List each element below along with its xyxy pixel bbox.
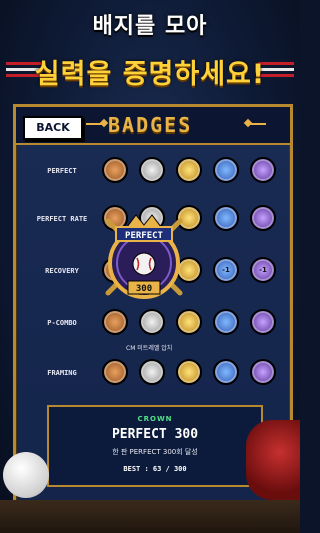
badge-amethyst[interactable] <box>250 205 276 231</box>
badge-amethyst[interactable] <box>250 359 276 385</box>
featured-name: PERFECT <box>125 231 164 241</box>
badge-gold[interactable] <box>176 309 202 335</box>
badge-sapphire[interactable] <box>213 157 239 183</box>
crown-badge-icon: PERFECT 300 <box>105 214 183 299</box>
infield-dirt-decoration <box>0 500 300 533</box>
row-label: RECOVERY <box>45 267 79 275</box>
badge-best-score: BEST : 63 / 300 <box>123 465 187 473</box>
badge-row-perfect: PERFECT <box>16 157 290 191</box>
promo-header: 배지를 모아 실력을 증명하세요! <box>0 0 300 100</box>
badge-amethyst[interactable] <box>250 157 276 183</box>
badge-gold[interactable] <box>176 157 202 183</box>
badge-silver[interactable] <box>139 309 165 335</box>
row-label: PERFECT RATE <box>36 215 88 223</box>
badge-name: PERFECT 300 <box>111 427 199 442</box>
row-label: FRAMING <box>47 369 77 377</box>
badge-row-framing: FRAMING <box>16 359 290 393</box>
badge-sapphire[interactable] <box>213 205 239 231</box>
game-screen: 배지를 모아 실력을 증명하세요! BACK BADGES PERFECT PE… <box>0 0 300 533</box>
panel-topbar: BACK BADGES <box>16 107 290 145</box>
badge-tooltip: CM 미트레벨 압치 <box>126 345 173 352</box>
title-wing-left <box>86 123 104 125</box>
badge-gold[interactable] <box>176 359 202 385</box>
row-label: P-COMBO <box>47 319 77 327</box>
panel-title: BADGES <box>108 113 193 137</box>
badge-amethyst[interactable] <box>250 309 276 335</box>
promo-line-1: 배지를 모아 <box>92 14 208 39</box>
badge-silver[interactable] <box>139 359 165 385</box>
badge-sapphire[interactable] <box>213 309 239 335</box>
featured-number: 300 <box>136 284 152 294</box>
badge-description: 한 판 PERFECT 300회 달성 <box>112 448 198 456</box>
title-wing-right <box>248 123 266 125</box>
badge-bronze[interactable] <box>102 309 128 335</box>
featured-crown-badge: PERFECT 300 <box>94 207 194 307</box>
badge-bronze[interactable] <box>102 157 128 183</box>
badge-amethyst[interactable]: -1 <box>250 257 276 283</box>
back-button[interactable]: BACK <box>23 116 83 140</box>
promo-line-2: 실력을 증명하세요! <box>34 59 266 90</box>
badge-silver[interactable] <box>139 157 165 183</box>
badge-kind: CROWN <box>137 415 173 423</box>
catcher-helmet-icon <box>246 420 300 500</box>
baseball-icon <box>3 452 49 498</box>
badge-sapphire[interactable]: -1 <box>213 257 239 283</box>
row-label: PERFECT <box>47 167 77 175</box>
badge-bronze[interactable] <box>102 359 128 385</box>
badge-info-card: CROWN PERFECT 300 한 판 PERFECT 300회 달성 BE… <box>47 405 263 487</box>
badge-sapphire[interactable] <box>213 359 239 385</box>
badge-row-p-combo: P-COMBO <box>16 309 290 343</box>
